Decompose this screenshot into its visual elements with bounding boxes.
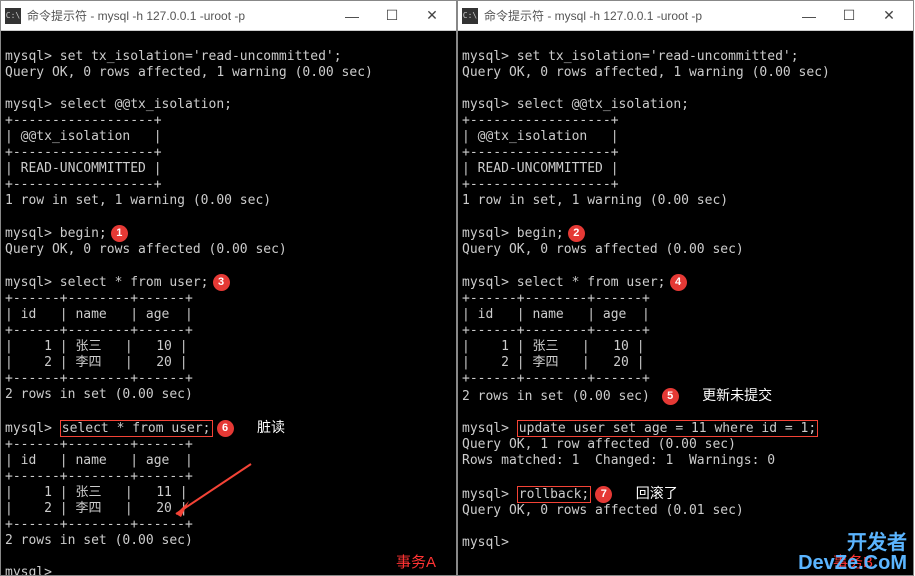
watermark: 开发者DevZe.CoM <box>798 533 907 573</box>
close-button-a[interactable]: ✕ <box>412 2 452 30</box>
line: +------------------+ <box>5 113 162 128</box>
line: | 1 | 张三 | 11 | <box>5 485 188 500</box>
prompt: mysql> <box>5 565 60 575</box>
line: mysql> select @@tx_isolation; <box>5 97 232 112</box>
line: +------------------+ <box>462 113 619 128</box>
step-badge-1: 1 <box>111 225 128 242</box>
step-badge-5: 5 <box>662 388 679 405</box>
line: | READ-UNCOMMITTED | <box>462 161 619 176</box>
terminal-window-a: C:\ 命令提示符 - mysql -h 127.0.0.1 -uroot -p… <box>0 0 457 576</box>
line: | id | name | age | <box>5 453 193 468</box>
line: mysql> select * from user; <box>462 275 666 290</box>
window-title-a: 命令提示符 - mysql -h 127.0.0.1 -uroot -p <box>27 7 332 24</box>
maximize-button-b[interactable]: ☐ <box>829 2 869 30</box>
step-badge-6: 6 <box>217 420 234 437</box>
prompt: mysql> <box>462 421 517 436</box>
line: +------+--------+------+ <box>5 323 193 338</box>
line: | id | name | age | <box>5 307 193 322</box>
line: Query OK, 0 rows affected (0.00 sec) <box>5 242 287 257</box>
line: Rows matched: 1 Changed: 1 Warnings: 0 <box>462 453 775 468</box>
line: | @@tx_isolation | <box>462 129 619 144</box>
line: +------+--------+------+ <box>5 371 193 386</box>
cmd-icon: C:\ <box>462 8 478 24</box>
titlebar-b: C:\ 命令提示符 - mysql -h 127.0.0.1 -uroot -p… <box>458 1 913 31</box>
line: mysql> begin; <box>5 226 107 241</box>
line: +------+--------+------+ <box>5 469 193 484</box>
terminal-window-b: C:\ 命令提示符 - mysql -h 127.0.0.1 -uroot -p… <box>457 0 914 576</box>
highlighted-cmd-rollback: rollback; <box>517 486 591 503</box>
annotation-rolled-back: 回滚了 <box>636 485 678 501</box>
prompt: mysql> <box>462 487 517 502</box>
maximize-button-a[interactable]: ☐ <box>372 2 412 30</box>
line: 2 rows in set (0.00 sec) <box>462 389 650 404</box>
terminal-output-b[interactable]: mysql> set tx_isolation='read-uncommitte… <box>458 31 913 575</box>
line: +------+--------+------+ <box>5 517 193 532</box>
line: +------------------+ <box>462 177 619 192</box>
line: 2 rows in set (0.00 sec) <box>5 387 193 402</box>
annotation-dirty-read: 脏读 <box>257 419 285 435</box>
annotation-update-uncommitted: 更新未提交 <box>702 387 772 403</box>
minimize-button-a[interactable]: — <box>332 2 372 30</box>
step-badge-2: 2 <box>568 225 585 242</box>
line: | READ-UNCOMMITTED | <box>5 161 162 176</box>
line: Query OK, 1 row affected (0.00 sec) <box>462 437 736 452</box>
line: mysql> select * from user; <box>5 275 209 290</box>
prompt: mysql> <box>462 535 517 550</box>
line: +------------------+ <box>5 145 162 160</box>
line: Query OK, 0 rows affected, 1 warning (0.… <box>5 65 373 80</box>
line: mysql> set tx_isolation='read-uncommitte… <box>5 49 342 64</box>
prompt: mysql> <box>5 421 60 436</box>
highlighted-cmd-update: update user set age = 11 where id = 1; <box>517 420 818 437</box>
line: | 2 | 李四 | 20 | <box>5 355 188 370</box>
line: 1 row in set, 1 warning (0.00 sec) <box>5 193 271 208</box>
minimize-button-b[interactable]: — <box>789 2 829 30</box>
line: +------------------+ <box>462 145 619 160</box>
step-badge-7: 7 <box>595 486 612 503</box>
line: mysql> begin; <box>462 226 564 241</box>
line: | id | name | age | <box>462 307 650 322</box>
line: +------+--------+------+ <box>462 291 650 306</box>
step-badge-3: 3 <box>213 274 230 291</box>
line: | 2 | 李四 | 20 | <box>462 355 645 370</box>
close-button-b[interactable]: ✕ <box>869 2 909 30</box>
line: Query OK, 0 rows affected, 1 warning (0.… <box>462 65 830 80</box>
line: | 1 | 张三 | 10 | <box>5 339 188 354</box>
line: | 1 | 张三 | 10 | <box>462 339 645 354</box>
line: mysql> set tx_isolation='read-uncommitte… <box>462 49 799 64</box>
titlebar-a: C:\ 命令提示符 - mysql -h 127.0.0.1 -uroot -p… <box>1 1 456 31</box>
step-badge-4: 4 <box>670 274 687 291</box>
line: +------------------+ <box>5 177 162 192</box>
highlighted-cmd-select: select * from user; <box>60 420 213 437</box>
line: Query OK, 0 rows affected (0.01 sec) <box>462 503 744 518</box>
line: mysql> select @@tx_isolation; <box>462 97 689 112</box>
line: | 2 | 李四 | 20 | <box>5 501 188 516</box>
line: +------+--------+------+ <box>5 291 193 306</box>
line: +------+--------+------+ <box>5 437 193 452</box>
window-title-b: 命令提示符 - mysql -h 127.0.0.1 -uroot -p <box>484 7 789 24</box>
line: Query OK, 0 rows affected (0.00 sec) <box>462 242 744 257</box>
line: 1 row in set, 1 warning (0.00 sec) <box>462 193 728 208</box>
transaction-label-a: 事务A <box>396 555 436 571</box>
terminal-output-a[interactable]: mysql> set tx_isolation='read-uncommitte… <box>1 31 456 575</box>
line: 2 rows in set (0.00 sec) <box>5 533 193 548</box>
cmd-icon: C:\ <box>5 8 21 24</box>
line: +------+--------+------+ <box>462 323 650 338</box>
line: | @@tx_isolation | <box>5 129 162 144</box>
line: +------+--------+------+ <box>462 371 650 386</box>
